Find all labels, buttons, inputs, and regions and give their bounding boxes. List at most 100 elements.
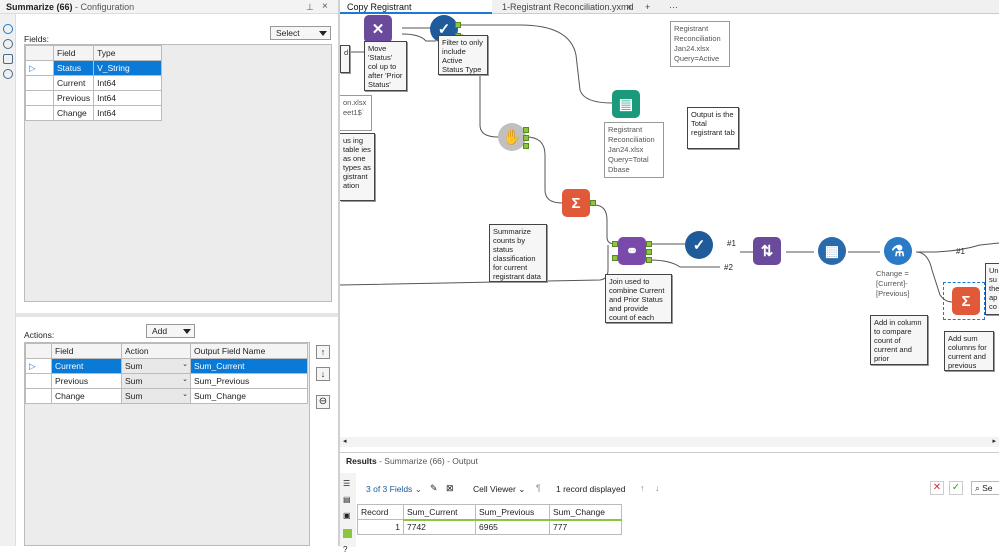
results-title: Results — [346, 456, 377, 466]
field-name[interactable]: Change — [52, 105, 95, 121]
wait-tool-icon[interactable]: ✋ — [498, 123, 526, 151]
fields-header-field: Field — [52, 45, 95, 61]
actions-header-action: Action — [121, 343, 191, 359]
select-tool-icon[interactable]: ✕ — [364, 15, 392, 43]
filter-tool-icon-2[interactable]: ✓ — [685, 231, 713, 259]
cancel-button[interactable]: ✕ — [930, 481, 944, 495]
output-tool-icon[interactable]: ▤ — [612, 90, 640, 118]
partial-note-right[interactable]: Un su the ap co — [985, 263, 999, 315]
note-add-column[interactable]: Add in column to compare count of curren… — [870, 315, 928, 365]
crosstab-tool-icon[interactable]: ▦ — [818, 237, 846, 265]
close-icon[interactable]: × — [322, 1, 328, 12]
more-tabs-button[interactable]: ··· — [662, 0, 684, 14]
add-dropdown-label: Add — [152, 326, 168, 336]
select-dropdown[interactable]: Select — [270, 26, 331, 40]
pin-icon[interactable]: ⊥ — [306, 2, 314, 13]
formula-tool-icon[interactable]: ⚗ — [884, 237, 912, 265]
add-tab-button[interactable]: + — [638, 0, 656, 14]
tab-registrant[interactable]: 1-Registrant Reconciliation.yxmd × — [495, 0, 635, 14]
image-icon[interactable]: ▣ — [343, 511, 351, 520]
results-header-sum-change: Sum_Change — [549, 504, 622, 521]
paragraph-icon[interactable]: ¶ — [536, 483, 541, 493]
table-row[interactable]: Change Int64 — [25, 105, 163, 121]
fields-count-dropdown[interactable]: 3 of 3 Fields ⌄ — [366, 484, 422, 495]
partial-note-left-2[interactable]: us ing table ies as one types as gistran… — [340, 133, 375, 201]
arrow-down-icon[interactable]: ↓ — [655, 483, 660, 493]
table-icon[interactable]: ▤ — [343, 495, 351, 504]
results-header-record: Record — [357, 504, 404, 520]
cancel-icon[interactable]: ⊠ — [446, 483, 454, 494]
edit-icon[interactable]: ✎ — [430, 483, 438, 494]
move-down-button[interactable]: ↓ — [316, 367, 330, 381]
search-placeholder: Se — [982, 483, 993, 493]
note-join-used[interactable]: Join used to combine Current and Prior S… — [605, 274, 672, 323]
arrow-up-icon[interactable]: ↑ — [640, 483, 645, 493]
tab-copy-registrant[interactable]: Copy Registrant Reconciliation.yxmd × — [340, 0, 492, 26]
output-total-annotation: Registrant Reconciliation Jan24.xlsx Que… — [604, 122, 664, 178]
action-output[interactable]: Sum_Current — [190, 358, 308, 374]
action-field[interactable]: Current — [51, 358, 122, 374]
note-summarize-counts[interactable]: Summarize counts by status classificatio… — [489, 224, 547, 282]
help-icon[interactable] — [3, 69, 13, 79]
join-tool-icon[interactable]: ⚭ — [618, 237, 646, 265]
action-output[interactable]: Sum_Previous — [190, 373, 308, 389]
list-icon[interactable]: ☰ — [343, 479, 350, 488]
cell-sum-previous[interactable]: 6965 — [475, 519, 550, 535]
table-row[interactable]: Change Sum ⌄ Sum_Change — [25, 388, 308, 404]
cell-viewer-dropdown[interactable]: Cell Viewer ⌄ — [473, 484, 525, 495]
table-row[interactable]: Previous Int64 — [25, 90, 163, 106]
table-row[interactable]: Current Int64 — [25, 75, 163, 91]
chevron-down-icon: ⌄ — [182, 361, 188, 368]
table-row[interactable]: Previous Sum ⌄ Sum_Previous — [25, 373, 308, 389]
move-up-button[interactable]: ↑ — [316, 345, 330, 359]
help-icon[interactable]: ? — [343, 545, 347, 554]
table-row[interactable]: 1 7742 6965 777 — [357, 519, 622, 535]
action-select[interactable]: Sum ⌄ — [121, 373, 191, 389]
field-name[interactable]: Previous — [52, 90, 95, 106]
table-row[interactable]: ▷ Status V_String — [25, 60, 163, 76]
chevron-down-icon — [319, 31, 327, 36]
results-panel: Results - Summarize (66) - Output ☰ ▤ ▣ … — [340, 452, 999, 554]
cell-sum-current[interactable]: 7742 — [403, 519, 476, 535]
config-title: Summarize (66) — [6, 2, 73, 12]
summarize-tool-icon[interactable]: Σ — [562, 189, 590, 217]
note-add-sum[interactable]: Add sum columns for current and previous — [944, 331, 994, 371]
summarize-tool-icon-selected[interactable]: Σ — [952, 287, 980, 315]
close-icon[interactable]: × — [627, 0, 632, 14]
scroll-right-icon[interactable]: ▸ — [992, 437, 996, 445]
action-value: Sum — [125, 376, 143, 386]
action-select[interactable]: Sum ⌄ — [121, 388, 191, 404]
tag-icon[interactable] — [3, 54, 13, 64]
field-type[interactable]: Int64 — [93, 75, 163, 91]
fields-label: Fields: — [24, 34, 50, 44]
field-type[interactable]: V_String — [93, 60, 163, 76]
canvas-horizontal-scrollbar[interactable]: ◂ ▸ — [340, 437, 999, 447]
action-field[interactable]: Change — [51, 388, 122, 404]
scroll-left-icon[interactable]: ◂ — [343, 437, 347, 445]
field-type[interactable]: Int64 — [93, 90, 163, 106]
partial-note-left[interactable]: d — [340, 45, 350, 73]
action-output[interactable]: Sum_Change — [190, 388, 308, 404]
remove-button[interactable]: ⊖ — [316, 395, 330, 409]
cell-sum-change[interactable]: 777 — [549, 519, 622, 535]
actions-label: Actions: — [24, 330, 55, 340]
note-filter-active[interactable]: Filter to only include Active Status Typ… — [438, 35, 488, 75]
data-view-icon[interactable] — [343, 529, 352, 538]
table-row[interactable]: ▷ Current Sum ⌄ Sum_Current — [25, 358, 308, 374]
apply-button[interactable]: ✓ — [949, 481, 963, 495]
field-name[interactable]: Status — [52, 60, 95, 76]
field-name[interactable]: Current — [52, 75, 95, 91]
gear-icon[interactable] — [3, 24, 13, 34]
settings-circle-icon[interactable] — [3, 39, 13, 49]
add-dropdown[interactable]: Add — [146, 324, 195, 338]
transpose-tool-icon[interactable]: ⇅ — [753, 237, 781, 265]
search-input[interactable]: ⌕ Se — [971, 481, 999, 495]
note-output-total[interactable]: Output is the Total registrant tab — [687, 107, 739, 149]
action-field[interactable]: Previous — [51, 373, 122, 389]
records-displayed: 1 record displayed — [556, 484, 626, 494]
action-select[interactable]: Sum ⌄ — [121, 358, 191, 374]
field-type[interactable]: Int64 — [93, 105, 163, 121]
panel-splitter[interactable] — [16, 313, 338, 317]
note-move-status[interactable]: Move 'Status' col up to after 'Prior Sta… — [364, 41, 407, 91]
workflow-canvas[interactable]: d ✕ Move 'Status' col up to after 'Prior… — [340, 15, 999, 437]
